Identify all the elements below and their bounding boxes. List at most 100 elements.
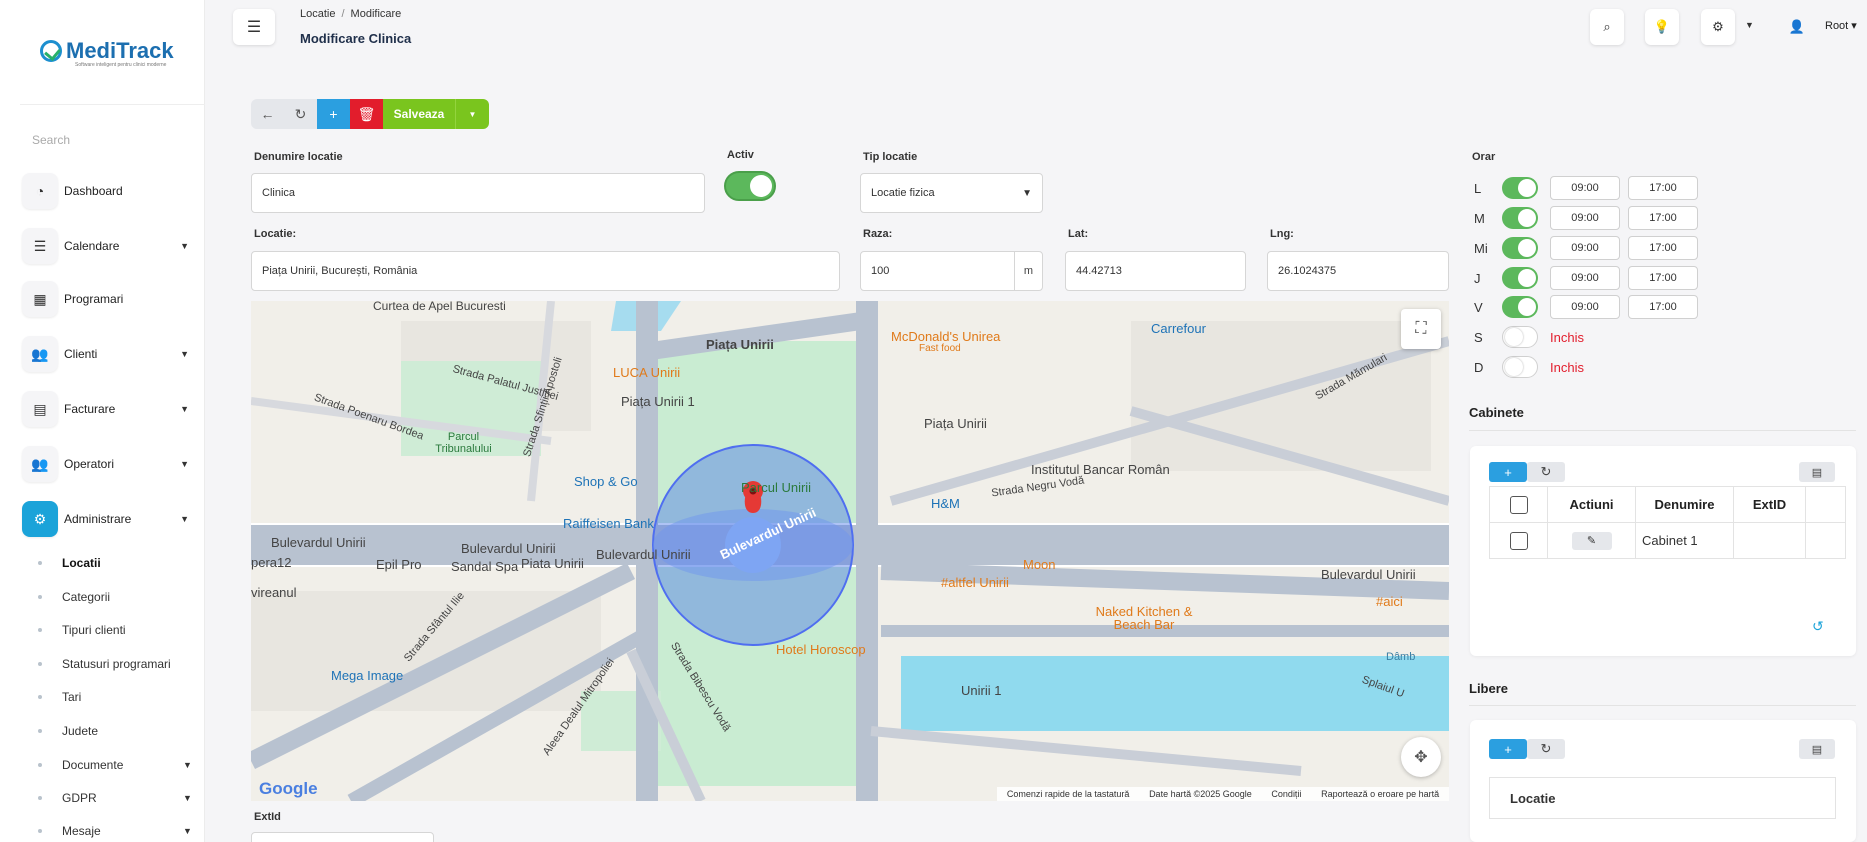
add-cabinet-button[interactable]: +: [1489, 462, 1527, 482]
column-header[interactable]: ExtID: [1733, 486, 1806, 523]
sidebar-sub-label: Locatii: [62, 556, 101, 570]
lat-input[interactable]: 44.42713: [1065, 251, 1246, 291]
libere-column-header[interactable]: Locatie: [1489, 777, 1836, 819]
tips-button[interactable]: 💡: [1645, 9, 1679, 45]
sidebar-sub-gdpr[interactable]: GDPR ▼: [38, 791, 192, 805]
day-toggle[interactable]: [1502, 326, 1538, 348]
sidebar-sub-tipuri-clienti[interactable]: Tipuri clienti: [38, 623, 126, 637]
map-camera-control[interactable]: ✥: [1401, 737, 1441, 777]
map-footer: Comenzi rapide de la tastatură Date hart…: [997, 787, 1449, 801]
day-toggle[interactable]: [1502, 207, 1538, 229]
sidebar-sub-categorii[interactable]: Categorii: [38, 590, 110, 604]
map-label: McDonald's Unirea: [891, 329, 1001, 344]
map[interactable]: Curtea de Apel Bucuresti Piața Unirii Mc…: [251, 301, 1449, 801]
refresh-libere-button[interactable]: ↻: [1527, 739, 1565, 759]
cabinete-title: Cabinete: [1469, 405, 1524, 420]
gear-icon: ⚙: [22, 501, 58, 537]
map-label: Unirii 1: [961, 683, 1002, 698]
time-to-input[interactable]: 17:00: [1628, 176, 1698, 200]
time-to-input[interactable]: 17:00: [1628, 206, 1698, 230]
sidebar-search-input[interactable]: Search: [32, 133, 70, 147]
sidebar-sub-locatii[interactable]: Locatii: [38, 556, 101, 570]
day-toggle[interactable]: [1502, 267, 1538, 289]
add-button[interactable]: +: [317, 99, 350, 129]
location-label: Locatie:: [254, 228, 297, 240]
map-canvas: [251, 301, 1449, 801]
day-toggle[interactable]: [1502, 356, 1538, 378]
active-toggle[interactable]: [724, 171, 776, 201]
extid-input[interactable]: [251, 832, 434, 842]
time-from-input[interactable]: 09:00: [1550, 176, 1620, 200]
sidebar-item-dashboard[interactable]: ◔ Dashboard: [22, 170, 197, 212]
day-label: M: [1474, 210, 1485, 226]
save-options-button[interactable]: ▼: [455, 99, 489, 129]
radius-label: Raza:: [863, 228, 893, 240]
back-button[interactable]: ←: [251, 99, 284, 129]
name-input[interactable]: Clinica: [251, 173, 705, 213]
time-from-input[interactable]: 09:00: [1550, 266, 1620, 290]
settings-button[interactable]: ⚙: [1701, 9, 1735, 45]
sidebar-sub-judete[interactable]: Judete: [38, 724, 98, 738]
time-from-input[interactable]: 09:00: [1550, 206, 1620, 230]
map-label: Bulevardul Unirii: [461, 541, 556, 556]
delete-button[interactable]: 🗑: [350, 99, 383, 129]
sidebar-item-administrare[interactable]: ⚙ Administrare ▼: [22, 498, 197, 540]
map-shortcuts-link[interactable]: Comenzi rapide de la tastatură: [1007, 789, 1130, 799]
chevron-down-icon[interactable]: ▼: [1745, 20, 1754, 30]
export-libere-button[interactable]: ▤: [1799, 739, 1835, 759]
time-from-input[interactable]: 09:00: [1550, 295, 1620, 319]
user-menu[interactable]: Root ▾: [1825, 19, 1857, 32]
sidebar-sub-statusuri[interactable]: Statusuri programari: [38, 657, 171, 671]
map-terms-link[interactable]: Condiții: [1271, 789, 1301, 799]
sidebar-item-calendare[interactable]: ☰ Calendare ▼: [22, 225, 197, 267]
search-button[interactable]: ⌕: [1590, 9, 1624, 45]
sidebar-sub-label: Judete: [62, 724, 99, 738]
day-toggle[interactable]: [1502, 296, 1538, 318]
location-input[interactable]: Piața Unirii, București, România: [251, 251, 840, 291]
day-toggle[interactable]: [1502, 237, 1538, 259]
hamburger-menu-button[interactable]: ☰: [233, 9, 275, 45]
refresh-cabinete-button[interactable]: ↻: [1527, 462, 1565, 482]
column-header[interactable]: Actiuni: [1547, 486, 1636, 523]
sidebar-sub-tari[interactable]: Tari: [38, 690, 81, 704]
plus-icon: +: [1504, 464, 1512, 480]
brand-logo[interactable]: MediTrack: [40, 38, 174, 64]
history-icon[interactable]: ↺: [1812, 618, 1824, 635]
breadcrumb-parent[interactable]: Locatie: [300, 8, 335, 20]
sidebar-item-label: Facturare: [64, 402, 116, 416]
map-report-link[interactable]: Raportează o eroare pe hartă: [1321, 789, 1439, 799]
empty-cell: [1805, 522, 1846, 559]
sidebar-sub-documente[interactable]: Documente ▼: [38, 758, 192, 772]
add-libere-button[interactable]: +: [1489, 739, 1527, 759]
radius-value: 100: [871, 265, 890, 277]
lng-input[interactable]: 26.1024375: [1267, 251, 1449, 291]
table-row: ✎ Cabinet 1: [1489, 522, 1846, 559]
edit-button[interactable]: ✎: [1571, 531, 1612, 550]
chevron-down-icon: ▼: [180, 404, 189, 414]
sidebar-item-programari[interactable]: ▦ Programari: [22, 278, 197, 320]
sidebar-item-clienti[interactable]: 👥 Clienti ▼: [22, 333, 197, 375]
export-cabinete-button[interactable]: ▤: [1799, 462, 1835, 482]
time-to-input[interactable]: 17:00: [1628, 266, 1698, 290]
sidebar-sub-mesaje[interactable]: Mesaje ▼: [38, 824, 192, 838]
save-button[interactable]: Salveaza: [383, 99, 455, 129]
day-label: J: [1474, 270, 1481, 286]
radius-input[interactable]: 100 m: [860, 251, 1043, 291]
select-all-checkbox[interactable]: [1509, 495, 1528, 514]
time-to-input[interactable]: 17:00: [1628, 236, 1698, 260]
time-to-input[interactable]: 17:00: [1628, 295, 1698, 319]
time-from-input[interactable]: 09:00: [1550, 236, 1620, 260]
chevron-down-icon: ▼: [180, 241, 189, 251]
sidebar-item-facturare[interactable]: ▤ Facturare ▼: [22, 388, 197, 430]
map-label: Hotel Horoscop: [776, 642, 866, 657]
avatar[interactable]: 👤: [1780, 9, 1814, 45]
refresh-button[interactable]: ↻: [284, 99, 317, 129]
column-header[interactable]: Denumire: [1635, 486, 1734, 523]
bullet: [38, 628, 42, 632]
type-select[interactable]: Locatie fizica ▼: [860, 173, 1043, 213]
day-toggle[interactable]: [1502, 177, 1538, 199]
row-checkbox[interactable]: [1509, 531, 1528, 550]
fullscreen-button[interactable]: ⛶: [1401, 309, 1441, 349]
sidebar-item-operatori[interactable]: 👥 Operatori ▼: [22, 443, 197, 485]
map-label: vireanul: [251, 585, 297, 600]
